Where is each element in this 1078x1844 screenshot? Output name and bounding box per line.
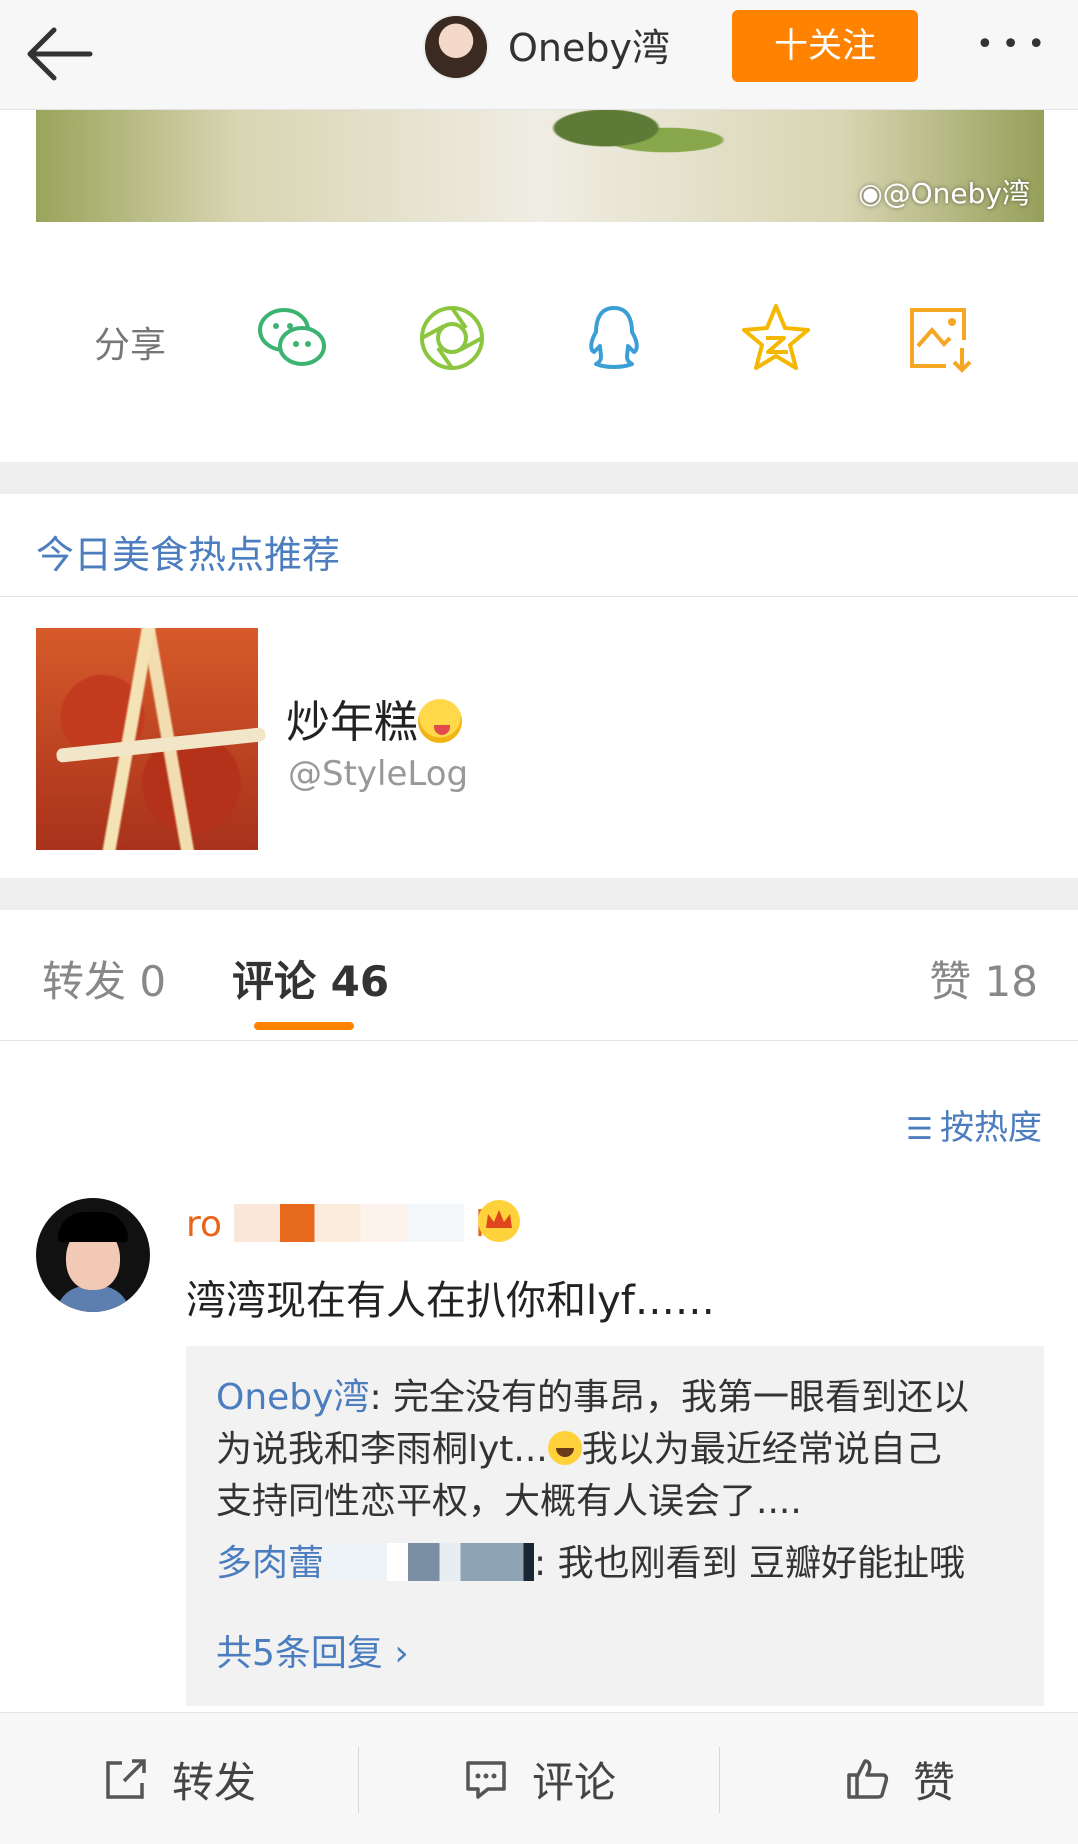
vip-crown-icon	[476, 1198, 522, 1244]
share-label: 分享	[94, 325, 167, 366]
recommendation-item-title[interactable]: 炒年糕	[286, 686, 462, 750]
comment-button[interactable]: 评论	[359, 1713, 719, 1844]
back-arrow-icon[interactable]	[24, 18, 104, 88]
thumbs-up-icon	[847, 1759, 889, 1799]
tab-like[interactable]: 赞 18	[929, 948, 1038, 1009]
bottom-action-bar: 转发 评论 赞	[0, 1712, 1078, 1844]
divider	[0, 1040, 1078, 1041]
recommendation-thumbnail[interactable]	[36, 628, 267, 850]
reply-line: Oneby湾: 完全没有的事昂，我第一眼看到还以	[216, 1377, 970, 1418]
repost-label: 转发	[171, 1757, 256, 1807]
comment-label: 评论	[531, 1757, 616, 1807]
more-options-icon[interactable]: •••	[976, 30, 1048, 60]
sort-icon: ☰	[906, 1112, 933, 1147]
top-nav-bar: Oneby湾 十关注 •••	[0, 0, 1078, 110]
avatar-detail	[58, 1212, 128, 1242]
follow-button[interactable]: 十关注	[732, 10, 918, 82]
recommendation-section-title[interactable]: 今日美食热点推荐	[36, 524, 340, 579]
reply-line: 为说我和李雨桐lyt... 我以为最近经常说自己	[216, 1429, 942, 1470]
tab-comment[interactable]: 评论 46	[232, 948, 389, 1009]
commenter-avatar[interactable]	[36, 1198, 150, 1312]
redaction-block	[324, 1543, 535, 1581]
view-all-replies-link[interactable]: 共5条回复 ›	[216, 1624, 409, 1676]
moments-icon[interactable]	[414, 300, 490, 376]
commenter-username[interactable]: ro l	[186, 1204, 485, 1245]
reply-username[interactable]: Oneby湾	[216, 1377, 369, 1418]
chopsticks-image-detail	[55, 727, 267, 763]
replies-box[interactable]: Oneby湾: 完全没有的事昂，我第一眼看到还以 为说我和李雨桐lyt... 我以…	[186, 1346, 1044, 1706]
section-separator	[0, 462, 1078, 494]
section-separator	[0, 878, 1078, 910]
profile-avatar[interactable]	[423, 14, 489, 80]
wechat-icon[interactable]	[254, 300, 330, 376]
reply-line: 多肉蕾: 我也刚看到 豆瓣好能扯哦	[216, 1543, 966, 1584]
image-content	[526, 110, 726, 170]
save-image-icon[interactable]	[902, 300, 978, 376]
comment-icon	[466, 1761, 506, 1799]
like-label: 赞	[912, 1757, 955, 1807]
reply-username[interactable]: 多肉蕾	[216, 1543, 535, 1584]
redaction-block	[233, 1204, 464, 1242]
divider	[0, 596, 1078, 597]
laugh-cry-emoji-icon	[547, 1431, 582, 1465]
yum-emoji-icon	[418, 699, 462, 743]
comment-text: 湾湾现在有人在扒你和lyf……	[186, 1278, 715, 1324]
post-image[interactable]: ◉@Oneby湾	[36, 110, 1044, 222]
like-button[interactable]: 赞	[720, 1713, 1078, 1844]
weibo-logo-icon: ◉	[858, 177, 883, 210]
sort-by-hot-button[interactable]: ☰ 按热度	[906, 1100, 1042, 1149]
image-watermark: ◉@Oneby湾	[858, 177, 1030, 210]
repost-icon	[106, 1759, 146, 1799]
recommendation-item-source[interactable]: @StyleLog	[288, 754, 468, 794]
qq-icon[interactable]	[576, 300, 652, 376]
profile-username[interactable]: Oneby湾	[508, 20, 670, 76]
repost-button[interactable]: 转发	[0, 1713, 358, 1844]
reply-line: 支持同性恋平权，大概有人误会了....	[216, 1481, 802, 1522]
qzone-star-icon[interactable]	[738, 300, 814, 376]
active-tab-indicator	[254, 1022, 354, 1030]
tab-repost[interactable]: 转发 0	[42, 948, 166, 1009]
